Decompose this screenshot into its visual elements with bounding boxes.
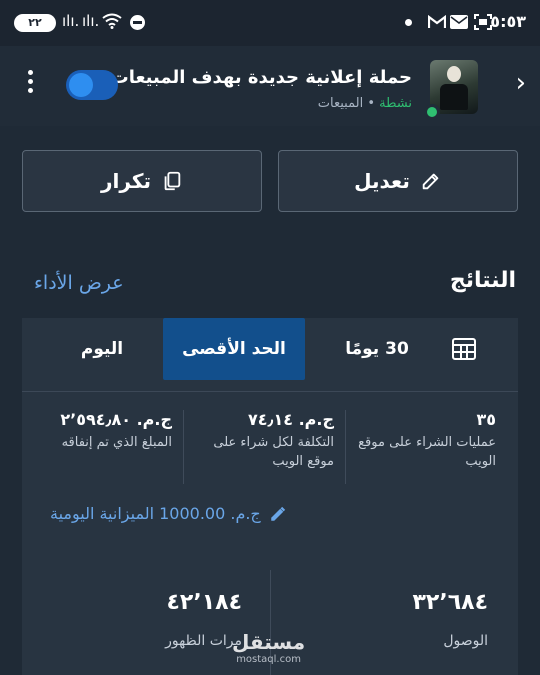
metric-website-purchases: ٣٥ عمليات الشراء على موقع الويب [346, 410, 496, 471]
campaign-title[interactable]: حملة إعلانية جديدة بهدف المبيعات [111, 67, 412, 88]
avatar [424, 60, 478, 120]
metric-amount-spent: ج.م. ٢٬٥٩٤٫٨٠ المبلغ الذي تم إنفاقه [32, 410, 172, 452]
metric-reach: ٣٢٬٦٨٤ الوصول [308, 590, 489, 649]
daily-budget-link[interactable]: ج.م. 1000.00 الميزانية اليومية [50, 504, 287, 523]
view-performance-link[interactable]: عرض الأداء [34, 272, 124, 294]
divider [345, 410, 346, 484]
metric-impressions: ٤٢٬١٨٤ مرات الظهور [62, 590, 242, 649]
separator: • [367, 96, 375, 111]
metric-value: ٣٥ [476, 410, 496, 429]
metric-value: ج.م. ٢٬٥٩٤٫٨٠ [60, 410, 172, 429]
campaign-objective: المبيعات [317, 96, 364, 111]
metric-label: التكلفة لكل شراء على موقع الويب [213, 435, 334, 469]
campaign-header: › حملة إعلانية جديدة بهدف المبيعات نشطة … [0, 46, 540, 126]
edit-button[interactable]: تعديل [278, 150, 518, 212]
chevron-right-icon[interactable]: › [516, 70, 526, 96]
wifi-icon [102, 13, 122, 29]
duplicate-button[interactable]: تكرار [22, 150, 262, 212]
toggle-knob [69, 73, 93, 97]
date-range-tabs: اليوم الحد الأقصى 30 يومًا [22, 318, 518, 392]
daily-budget-text: ج.م. 1000.00 الميزانية اليومية [50, 504, 261, 523]
metric-cost-per-purchase: ج.م. ٧٤٫١٤ التكلفة لكل شراء على موقع الو… [186, 410, 334, 471]
results-title: النتائج [449, 268, 516, 293]
campaign-subtitle: نشطة • المبيعات [318, 96, 412, 111]
notification-dot-icon [405, 19, 412, 26]
active-status-dot [424, 104, 440, 120]
signal-icon: ılı. [62, 12, 80, 30]
tab-maximum[interactable]: الحد الأقصى [163, 318, 305, 380]
metric-label: عمليات الشراء على موقع الويب [358, 435, 496, 469]
clock: ٥:٥٣ [490, 12, 526, 31]
battery-icon: ٢٢ [14, 14, 56, 32]
metric-value: ٤٢٬١٨٤ [166, 590, 243, 615]
mail-icon [450, 15, 468, 29]
duplicate-button-label: تكرار [101, 169, 151, 193]
signal-icon-2: ılı. [82, 12, 100, 30]
metric-value: ج.م. ٧٤٫١٤ [247, 410, 334, 429]
watermark-domain: mostaql.com [236, 654, 301, 665]
status-badge: نشطة [379, 96, 412, 111]
metric-label: المبلغ الذي تم إنفاقه [61, 435, 172, 450]
metric-label: الوصول [443, 633, 488, 649]
tab-today[interactable]: اليوم [42, 318, 162, 380]
copy-icon [164, 171, 181, 191]
screenshot-icon [474, 14, 492, 30]
pencil-icon [271, 506, 285, 521]
edit-button-label: تعديل [354, 169, 410, 193]
watermark: مستقل mostaql.com [232, 630, 305, 665]
campaign-toggle[interactable] [66, 70, 118, 100]
dnd-icon [130, 15, 145, 30]
results-card: اليوم الحد الأقصى 30 يومًا ٣٥ عمليات الش… [22, 318, 518, 675]
metric-value: ٣٢٬٦٨٤ [412, 590, 489, 615]
calendar-icon[interactable] [452, 338, 476, 360]
more-options-icon[interactable] [26, 70, 34, 100]
pencil-icon [422, 173, 439, 190]
status-bar: ٢٢ ılı. ılı. ٥:٥٣ [0, 0, 540, 46]
gmail-icon [428, 15, 446, 28]
metric-label: مرات الظهور [165, 633, 242, 649]
watermark-brand: مستقل [232, 630, 306, 654]
tab-last-30-days[interactable]: 30 يومًا [322, 318, 432, 380]
divider [183, 410, 184, 484]
